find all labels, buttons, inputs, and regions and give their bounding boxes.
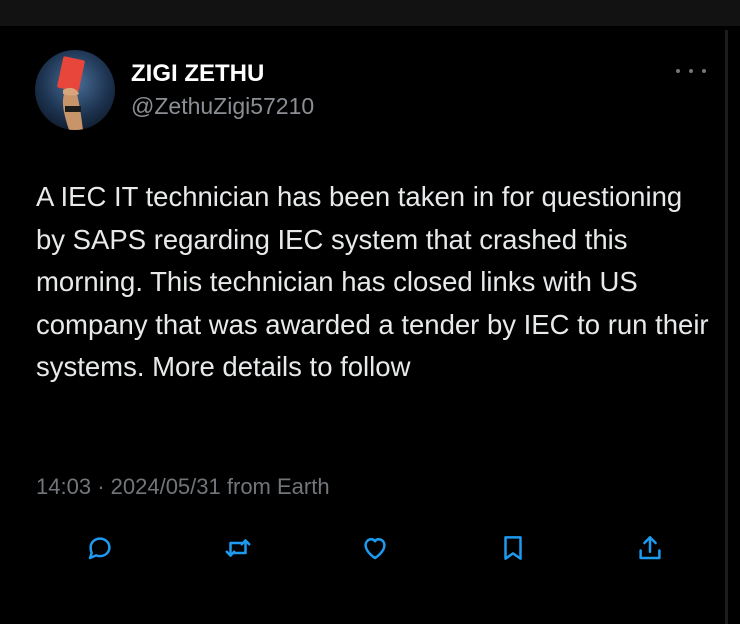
retweet-button[interactable] bbox=[218, 528, 258, 568]
tweet-date[interactable]: 2024/05/31 bbox=[111, 474, 221, 499]
bookmark-button[interactable] bbox=[493, 528, 533, 568]
bookmark-icon bbox=[503, 536, 522, 560]
tweet-text: A IEC IT technician has been taken in fo… bbox=[36, 181, 709, 382]
reply-button[interactable] bbox=[80, 528, 120, 568]
avatar[interactable] bbox=[35, 50, 115, 130]
like-button[interactable] bbox=[355, 528, 395, 568]
retweet-icon bbox=[225, 539, 250, 557]
share-button[interactable] bbox=[630, 528, 670, 568]
scrollbar[interactable] bbox=[725, 30, 728, 624]
tweet-time[interactable]: 14:03 bbox=[36, 474, 91, 499]
action-bar bbox=[80, 528, 670, 568]
tweet-meta: 14:03 · 2024/05/31 from Earth bbox=[36, 474, 330, 500]
top-bar bbox=[0, 0, 740, 26]
user-handle[interactable]: @ZethuZigi57210 bbox=[131, 93, 314, 120]
display-name[interactable]: ZIGI ZETHU bbox=[131, 60, 264, 88]
meta-separator: · bbox=[97, 474, 105, 499]
tweet-source: from Earth bbox=[226, 474, 330, 499]
reply-icon bbox=[88, 537, 111, 560]
more-options-icon[interactable] bbox=[676, 64, 706, 78]
like-icon bbox=[364, 538, 386, 560]
share-icon bbox=[639, 536, 661, 560]
red-card-avatar-image bbox=[35, 50, 115, 130]
